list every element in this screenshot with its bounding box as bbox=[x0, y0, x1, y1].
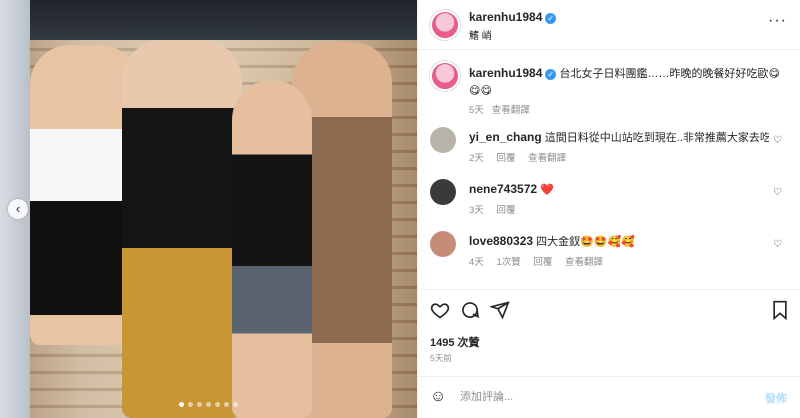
comment-body: 這間日料從中山站吃到現在..非常推薦大家去吃👍 bbox=[544, 132, 769, 144]
photo-person-2 bbox=[122, 40, 242, 418]
post-actions bbox=[418, 289, 800, 329]
post-photo[interactable]: ‹ bbox=[0, 0, 417, 418]
comment-time: 4天 bbox=[469, 257, 484, 268]
comment-translate-link[interactable]: 查看翻譯 bbox=[565, 257, 603, 268]
avatar[interactable] bbox=[430, 61, 460, 91]
likes-count[interactable]: 1495 次贊 bbox=[430, 334, 480, 350]
comment-meta: 3天 回覆 bbox=[469, 202, 525, 216]
comments-list[interactable]: karenhu1984 ✓ 台北女子日料團鑑……昨晚的晚餐好好吃歐😋😋😋 5天 查… bbox=[418, 51, 800, 289]
comment-username[interactable]: love880323 bbox=[469, 234, 533, 248]
carousel-dot bbox=[206, 402, 211, 407]
header-username[interactable]: karenhu1984 ✓ bbox=[469, 10, 557, 24]
heart-icon[interactable]: ♡ bbox=[773, 135, 782, 146]
caption-time: 5天 bbox=[469, 105, 484, 116]
heart-icon[interactable]: ♡ bbox=[773, 239, 782, 250]
caption-text-block: karenhu1984 ✓ 台北女子日料團鑑……昨晚的晚餐好好吃歐😋😋😋 bbox=[469, 65, 789, 100]
comment-body: ❤️ bbox=[540, 184, 554, 196]
comment-time: 2天 bbox=[469, 153, 484, 164]
avatar[interactable] bbox=[430, 231, 456, 257]
post-comment-button[interactable]: 發佈 bbox=[765, 390, 787, 406]
comment-username[interactable]: yi_en_chang bbox=[469, 130, 542, 144]
carousel-dot bbox=[215, 402, 220, 407]
heart-icon[interactable] bbox=[430, 300, 450, 324]
header-location[interactable]: 鰭 峭 bbox=[469, 27, 492, 42]
verified-badge-icon: ✓ bbox=[545, 69, 557, 80]
heart-icon[interactable]: ♡ bbox=[773, 187, 782, 198]
carousel-prev-button[interactable]: ‹ bbox=[8, 199, 28, 219]
post-header: karenhu1984 ✓ 鰭 峭 ··· bbox=[418, 0, 800, 50]
verified-badge-icon: ✓ bbox=[545, 13, 557, 24]
post-date: 5天前 bbox=[430, 353, 452, 363]
comment-likes: 1次贊 bbox=[496, 257, 521, 268]
comment-text-block: yi_en_chang 這間日料從中山站吃到現在..非常推薦大家去吃👍 bbox=[469, 130, 769, 145]
comment-translate-link[interactable]: 查看翻譯 bbox=[528, 153, 566, 164]
chevron-left-icon: ‹ bbox=[15, 201, 21, 216]
carousel-dot bbox=[179, 402, 184, 407]
photo-person-3 bbox=[232, 80, 312, 418]
carousel-dot bbox=[224, 402, 229, 407]
comment-item: yi_en_chang 這間日料從中山站吃到現在..非常推薦大家去吃👍 2天 回… bbox=[430, 127, 790, 171]
carousel-dot bbox=[233, 402, 238, 407]
comment-reply-link[interactable]: 回覆 bbox=[533, 257, 552, 268]
comment-item: nene743572 ❤️ 3天 回覆 ♡ bbox=[430, 179, 790, 223]
avatar[interactable] bbox=[430, 127, 456, 153]
comment-meta: 4天 1次贊 回覆 查看翻譯 bbox=[469, 254, 613, 268]
carousel-dot bbox=[188, 402, 193, 407]
comment-item: love880323 四大金釵🤩🤩🥰🥰 4天 1次贊 回覆 查看翻譯 ♡ bbox=[430, 231, 790, 275]
emoji-icon[interactable]: ☺ bbox=[430, 388, 446, 406]
more-horizontal-icon[interactable]: ··· bbox=[768, 12, 787, 30]
comment-body: 四大金釵🤩🤩🥰🥰 bbox=[536, 236, 635, 248]
caption-meta: 5天 查看翻譯 bbox=[469, 102, 530, 116]
carousel-dots bbox=[0, 402, 417, 407]
comment-icon[interactable] bbox=[460, 300, 480, 324]
header-username-text[interactable]: karenhu1984 bbox=[469, 10, 542, 24]
avatar[interactable] bbox=[430, 10, 460, 40]
avatar[interactable] bbox=[430, 179, 456, 205]
comment-username[interactable]: nene743572 bbox=[469, 182, 537, 196]
comment-text-block: nene743572 ❤️ bbox=[469, 182, 769, 197]
caption-username[interactable]: karenhu1984 bbox=[469, 66, 542, 80]
photo-ceiling bbox=[0, 0, 417, 40]
comment-reply-link[interactable]: 回覆 bbox=[496, 205, 515, 216]
comment-input[interactable] bbox=[460, 387, 740, 407]
comment-time: 3天 bbox=[469, 205, 484, 216]
carousel-dot bbox=[197, 402, 202, 407]
comment-reply-link[interactable]: 回覆 bbox=[496, 153, 515, 164]
send-icon[interactable] bbox=[488, 300, 510, 324]
bookmark-icon[interactable] bbox=[771, 300, 789, 324]
comment-meta: 2天 回覆 查看翻譯 bbox=[469, 150, 576, 164]
post-side-panel: karenhu1984 ✓ 鰭 峭 ··· karenhu1984 ✓ 台北女子日料… bbox=[417, 0, 800, 418]
add-comment-bar: ☺ 發佈 bbox=[418, 376, 800, 418]
caption-translate-link[interactable]: 查看翻譯 bbox=[492, 105, 530, 116]
comment-text-block: love880323 四大金釵🤩🤩🥰🥰 bbox=[469, 234, 769, 249]
